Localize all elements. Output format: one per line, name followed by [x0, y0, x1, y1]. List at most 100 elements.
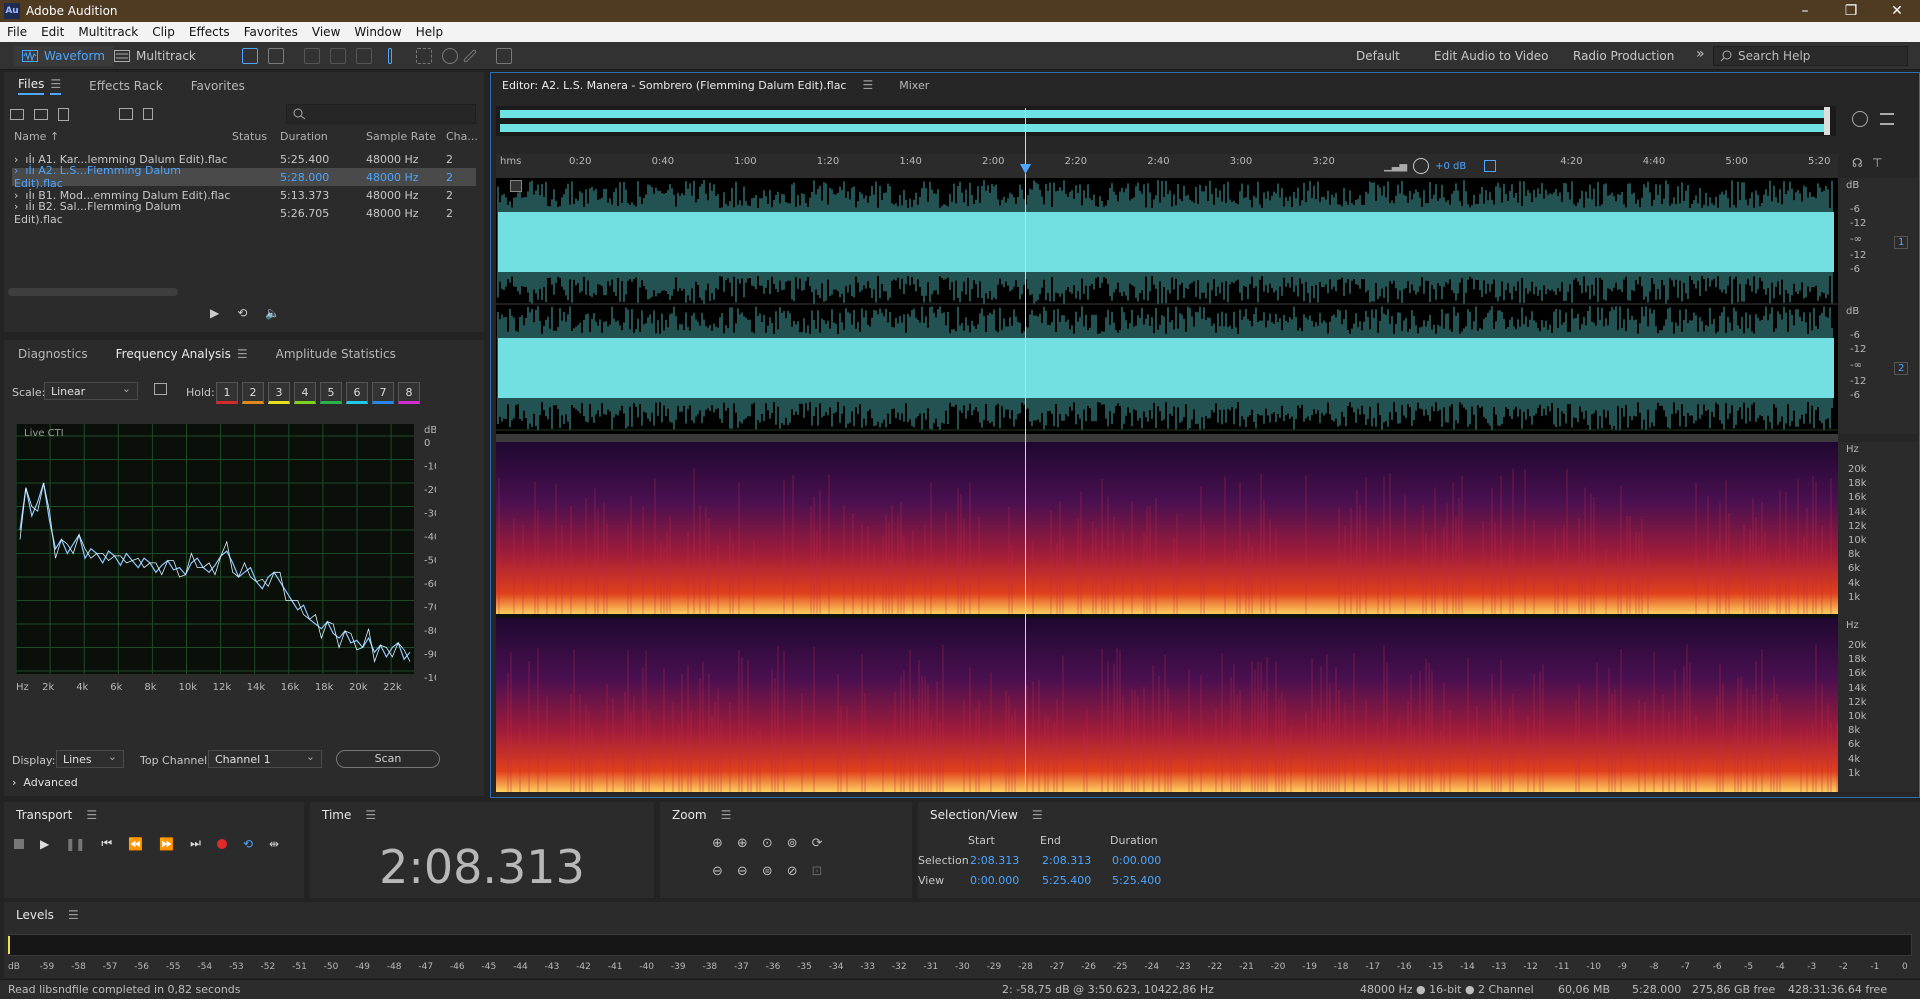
workspace-radio-production[interactable]: Radio Production: [1573, 49, 1674, 63]
tab-editor[interactable]: Editor: A2. L.S. Manera - Sombrero (Flem…: [492, 79, 846, 92]
clip-gain-icon[interactable]: [510, 180, 522, 192]
hold-button-4[interactable]: 4: [294, 382, 316, 404]
panel-menu-icon[interactable]: ☰: [50, 77, 62, 95]
channel-2-badge[interactable]: 2: [1894, 362, 1909, 375]
panel-menu-icon[interactable]: ☰: [237, 347, 248, 361]
hold-button-1[interactable]: 1: [216, 382, 238, 404]
tab-favorites[interactable]: Favorites: [177, 72, 259, 100]
table-row[interactable]: › ıİı A2. L.S...Flemming Dalum Edit).fla…: [12, 164, 476, 190]
stop-icon[interactable]: [14, 838, 24, 849]
tab-diagnostics[interactable]: Diagnostics: [4, 340, 102, 368]
delete-file-icon[interactable]: [143, 108, 153, 120]
hold-button-5[interactable]: 5: [320, 382, 342, 404]
loop-playback-icon[interactable]: ⟲: [243, 837, 253, 851]
menu-file[interactable]: File: [0, 25, 34, 39]
menu-edit[interactable]: Edit: [34, 25, 71, 39]
open-file-icon[interactable]: [10, 108, 24, 120]
slip-tool-icon[interactable]: [356, 48, 372, 64]
menu-help[interactable]: Help: [409, 25, 450, 39]
go-to-start-icon[interactable]: ⏮: [101, 836, 112, 851]
zoom-navigator-icon[interactable]: [1852, 111, 1868, 127]
zoom-out-amplitude-icon[interactable]: ⊖: [712, 864, 723, 879]
tab-frequency-analysis[interactable]: Frequency Analysis ☰: [102, 340, 262, 368]
minimize-button[interactable]: –: [1782, 0, 1828, 22]
zoom-in-selection-icon[interactable]: ⊙: [762, 836, 773, 851]
go-to-end-icon[interactable]: ⏭: [190, 836, 201, 851]
tab-files[interactable]: Files ☰: [4, 72, 75, 100]
waveform-mode-button[interactable]: Waveform: [14, 46, 113, 66]
horizontal-scrollbar[interactable]: [8, 288, 178, 296]
expand-chevron-icon[interactable]: ›: [14, 164, 18, 177]
new-file-icon[interactable]: [58, 107, 69, 121]
scan-button[interactable]: Scan: [336, 750, 440, 768]
hold-button-6[interactable]: 6: [346, 382, 368, 404]
menu-effects[interactable]: Effects: [182, 25, 237, 39]
col-name[interactable]: Name ↑: [12, 130, 232, 146]
current-time-display[interactable]: 2:08.313: [310, 840, 654, 894]
more-workspaces-icon[interactable]: »: [1696, 46, 1705, 62]
preview-play-icon[interactable]: ▶: [210, 306, 219, 320]
view-start-field[interactable]: 0:00.000: [970, 874, 1019, 887]
spectral-divider[interactable]: [496, 434, 1838, 442]
hold-button-2[interactable]: 2: [242, 382, 264, 404]
channel-1-badge[interactable]: 1: [1894, 236, 1909, 249]
lasso-selection-tool-icon[interactable]: [442, 48, 458, 64]
pin-hud-icon[interactable]: [1484, 160, 1496, 172]
import-file-icon[interactable]: [34, 108, 48, 120]
col-sample-rate[interactable]: Sample Rate: [366, 130, 446, 146]
menu-clip[interactable]: Clip: [145, 25, 182, 39]
workspace-edit-audio-to-video[interactable]: Edit Audio to Video: [1434, 49, 1548, 63]
zoom-in-time-icon[interactable]: ⊕: [737, 836, 748, 851]
table-row[interactable]: › ıİı B2. Sal...Flemming Dalum Edit).fla…: [12, 200, 476, 226]
menu-view[interactable]: View: [305, 25, 347, 39]
zoom-reset-icon[interactable]: ⟳: [812, 836, 823, 851]
zoom-tracks-icon[interactable]: ⊡: [812, 864, 823, 879]
hold-button-3[interactable]: 3: [268, 382, 290, 404]
panel-menu-icon[interactable]: ☰: [86, 808, 97, 822]
tab-effects-rack[interactable]: Effects Rack: [75, 72, 177, 100]
top-channel-select[interactable]: Channel 1: [208, 750, 322, 768]
lock-spectrum-icon[interactable]: [154, 383, 167, 395]
autoplay-speaker-icon[interactable]: 🔈: [265, 306, 280, 320]
menu-favorites[interactable]: Favorites: [237, 25, 305, 39]
expand-chevron-icon[interactable]: ›: [14, 200, 18, 213]
zoom-out-time-icon[interactable]: ⊖: [737, 864, 748, 879]
panel-menu-icon[interactable]: ☰: [68, 908, 79, 922]
zoom-to-selection-icon[interactable]: ⊚: [787, 836, 798, 851]
advanced-toggle[interactable]: › Advanced: [12, 776, 78, 789]
col-status[interactable]: Status: [232, 130, 280, 146]
col-channels[interactable]: Cha...: [446, 130, 478, 146]
volume-knob-icon[interactable]: [1413, 158, 1430, 174]
record-icon[interactable]: [216, 838, 227, 849]
multitrack-mode-button[interactable]: Multitrack: [106, 46, 204, 66]
skip-selection-icon[interactable]: ⇹: [269, 837, 279, 851]
panel-menu-icon[interactable]: ☰: [365, 808, 376, 822]
play-icon[interactable]: ▶: [40, 837, 49, 851]
tab-amplitude-statistics[interactable]: Amplitude Statistics: [262, 340, 410, 368]
show-spectral-display-icon[interactable]: [242, 48, 258, 64]
rewind-icon[interactable]: ⏪: [128, 837, 143, 851]
search-help-field[interactable]: Search Help: [1713, 46, 1908, 66]
menu-multitrack[interactable]: Multitrack: [71, 25, 145, 39]
view-duration-field[interactable]: 5:25.400: [1112, 874, 1161, 887]
selection-duration-field[interactable]: 0:00.000: [1112, 854, 1161, 867]
razor-tool-icon[interactable]: [330, 48, 346, 64]
playhead[interactable]: [1025, 108, 1026, 792]
zoom-in-left-icon[interactable]: ⊜: [762, 864, 773, 879]
panel-menu-icon[interactable]: ☰: [721, 808, 732, 822]
pin-icon[interactable]: ⊤: [1872, 156, 1882, 170]
tab-mixer[interactable]: Mixer: [883, 79, 929, 92]
waveform-display[interactable]: [496, 178, 1838, 434]
close-button[interactable]: ✕: [1874, 0, 1920, 22]
display-select[interactable]: Lines: [56, 750, 124, 768]
time-selection-tool-icon[interactable]: [388, 48, 392, 64]
spot-healing-brush-icon[interactable]: [496, 48, 512, 64]
overview-zoom-handle[interactable]: [1824, 107, 1830, 135]
insert-into-multitrack-icon[interactable]: [119, 108, 133, 120]
preview-loop-icon[interactable]: ⟲: [237, 306, 247, 320]
panel-menu-icon[interactable]: ☰: [862, 78, 873, 92]
brush-selection-tool-icon[interactable]: [462, 48, 478, 64]
col-duration[interactable]: Duration: [280, 130, 366, 146]
selection-end-field[interactable]: 2:08.313: [1042, 854, 1091, 867]
show-pitch-display-icon[interactable]: [268, 48, 284, 64]
